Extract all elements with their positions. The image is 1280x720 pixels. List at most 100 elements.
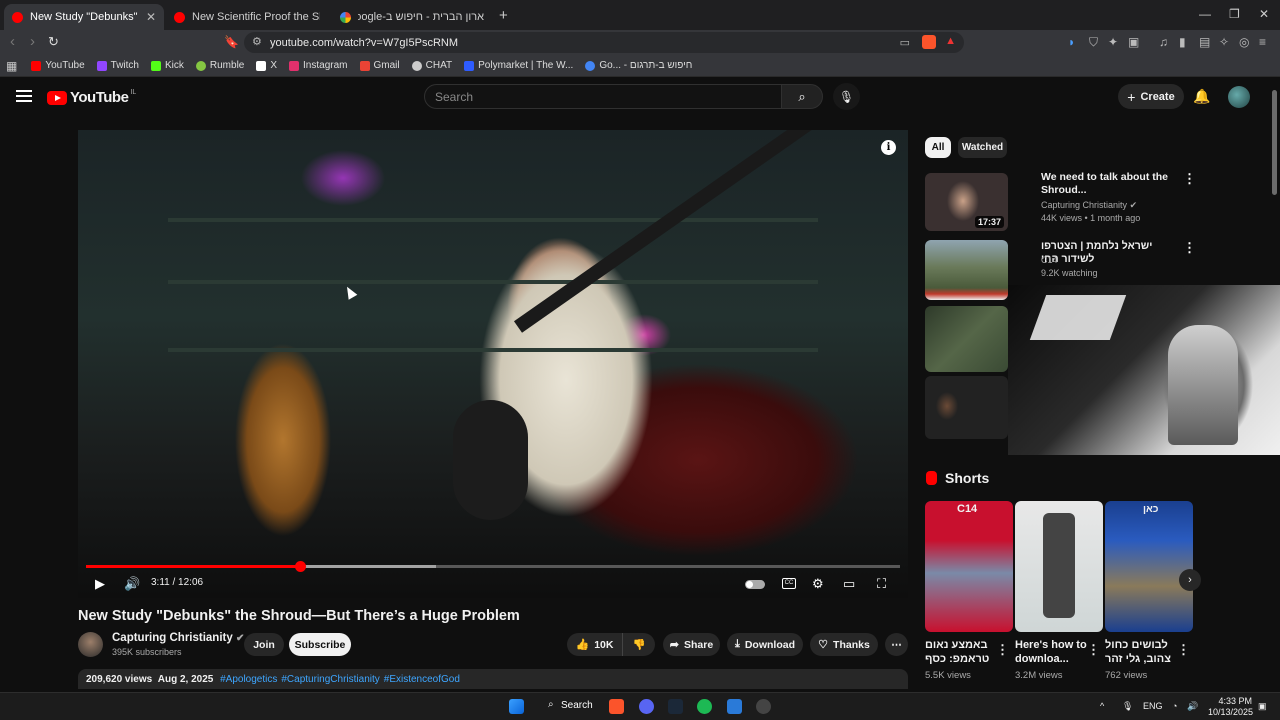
autoplay-toggle[interactable] (745, 580, 765, 589)
minimize-icon[interactable]: — (1199, 7, 1211, 21)
tray-overflow-icon[interactable]: ^ (1100, 701, 1104, 711)
volume-tray-icon[interactable]: 🔊 (1187, 701, 1198, 712)
theater-mode-icon[interactable]: ▭ (843, 576, 855, 592)
bookmark-twitch[interactable]: Twitch (96, 60, 139, 71)
close-tab-icon[interactable]: ✕ (146, 10, 156, 24)
recommendation-thumbnail[interactable] (925, 376, 1008, 439)
hamburger-menu-icon[interactable] (16, 90, 32, 105)
captions-icon[interactable]: CC (782, 578, 796, 589)
short-title[interactable]: לבושים כחול צהוב, גלי זהר (1105, 638, 1177, 666)
chip-all[interactable]: All (925, 137, 951, 158)
thanks-button[interactable]: ♡ Thanks (810, 633, 878, 656)
chip-watched[interactable]: Watched (958, 137, 1007, 158)
chat-app-icon[interactable] (756, 699, 771, 714)
more-vertical-icon[interactable]: ⋮ (1087, 642, 1100, 658)
recommendation-title[interactable]: We need to talk about the Shroud... (1041, 171, 1176, 197)
brave-shields-icon[interactable] (922, 35, 936, 49)
more-vertical-icon[interactable]: ⋮ (996, 642, 1009, 658)
brave-rewards-icon[interactable]: ▲ (945, 35, 956, 47)
new-tab-icon[interactable]: + (499, 7, 508, 24)
video-player[interactable]: i ▶ 🔊 3:11 / 12:06 CC ⚙ ▭ ⛶ (78, 130, 908, 598)
share-button[interactable]: ➦ Share (663, 633, 720, 656)
url-field[interactable]: ⚙ youtube.com/watch?v=W7gI5PscRNM ▭ ▲ (244, 32, 964, 53)
bookmark-icon[interactable]: 🔖 (224, 35, 239, 49)
windows-start-icon[interactable] (509, 699, 524, 714)
fullscreen-icon[interactable]: ⛶ (877, 576, 886, 592)
page-scrollbar[interactable] (1272, 90, 1277, 195)
menu-icon[interactable]: ≡ (1259, 35, 1266, 49)
shorts-next-button[interactable]: › (1179, 569, 1201, 591)
bookmark-instagram[interactable]: Instagram (289, 60, 348, 71)
spotify-icon[interactable] (697, 699, 712, 714)
maximize-icon[interactable]: ❐ (1229, 7, 1240, 21)
hashtag-link[interactable]: #ExistenceofGod (384, 674, 460, 685)
search-input[interactable]: Search (424, 84, 782, 109)
dislike-button[interactable]: 👎 (622, 633, 655, 656)
settings-gear-icon[interactable]: ⚙ (812, 576, 824, 592)
short-title[interactable]: באמצע נאום טראמפ: כסף (925, 638, 997, 666)
audio-extension-icon[interactable]: ◗ (1068, 35, 1075, 49)
description-box[interactable]: 209,620 views Aug 2, 2025 #Apologetics #C… (78, 669, 908, 689)
subscribe-button[interactable]: Subscribe (289, 633, 351, 656)
recommendation-thumbnail[interactable]: 17:37 (925, 173, 1008, 231)
apps-grid-icon[interactable]: ▦ (6, 59, 17, 73)
browser-tab[interactable]: ארון הברית - חיפוש ב-Google (332, 4, 492, 30)
play-icon[interactable]: ▶ (95, 576, 105, 592)
discord-icon[interactable] (639, 699, 654, 714)
bookmark-chat[interactable]: CHAT (411, 60, 452, 71)
back-icon[interactable]: ‹ (10, 33, 15, 50)
forward-icon[interactable]: › (30, 33, 35, 50)
short-thumbnail[interactable] (1015, 501, 1103, 632)
short-title[interactable]: Here's how to downloa... (1015, 638, 1087, 666)
create-button[interactable]: + Create (1118, 84, 1184, 109)
notifications-bell-icon[interactable]: 🔔 (1193, 88, 1210, 105)
volume-icon[interactable]: 🔊 (124, 576, 140, 592)
channel-avatar[interactable] (78, 632, 103, 657)
language-indicator[interactable]: ENG (1143, 701, 1163, 711)
short-thumbnail[interactable]: C14 (925, 501, 1013, 632)
more-vertical-icon[interactable]: ⋮ (1183, 240, 1196, 256)
leo-ai-icon[interactable]: ✧ (1219, 35, 1229, 49)
channel-name[interactable]: Capturing Christianity ✔ (112, 632, 244, 644)
video-progress-bar[interactable] (86, 561, 900, 572)
music-icon[interactable]: ♫ (1159, 35, 1168, 49)
bookmark-gmail[interactable]: Gmail (359, 60, 400, 71)
bookmark-youtube[interactable]: YouTube (31, 60, 85, 71)
recommendation-channel[interactable]: Capturing Christianity ✔ (1041, 200, 1137, 211)
bookmark-x[interactable]: X (256, 60, 277, 71)
brave-browser-icon[interactable] (609, 699, 624, 714)
bookmark-kick[interactable]: Kick (150, 60, 184, 71)
bookmark-rumble[interactable]: Rumble (195, 60, 244, 71)
scrubber-handle[interactable] (295, 561, 307, 572)
puzzle-extensions-icon[interactable]: ✦ (1108, 35, 1118, 49)
account-avatar[interactable] (1228, 86, 1250, 108)
browser-tab[interactable]: New Scientific Proof the Shroud is A (166, 4, 328, 30)
more-vertical-icon[interactable]: ⋮ (1177, 642, 1190, 658)
short-thumbnail[interactable]: כאן (1105, 501, 1193, 632)
sidebar-icon[interactable]: ▮ (1179, 35, 1186, 49)
more-actions-button[interactable]: ⋯ (885, 633, 908, 656)
site-info-icon[interactable]: ⚙ (252, 35, 262, 48)
close-window-icon[interactable]: ✕ (1259, 7, 1269, 21)
recommendation-title[interactable]: ישראל נלחמת | הצטרפו לשידור החי (1041, 240, 1176, 266)
recommendation-channel[interactable]: C14 (1041, 255, 1058, 265)
microphone-tray-icon[interactable]: 🎙 (1122, 701, 1133, 712)
download-button[interactable]: ⤓ Download (727, 633, 803, 656)
screenshot-icon[interactable]: ▣ (1128, 35, 1139, 49)
vpn-icon[interactable]: ◎ (1239, 35, 1249, 49)
hashtag-link[interactable]: #CapturingChristianity (281, 674, 379, 685)
recommendation-thumbnail[interactable] (925, 306, 1008, 372)
wifi-icon[interactable]: ◔ (1172, 701, 1177, 711)
info-icon[interactable]: i (881, 140, 896, 155)
browser-tab-active[interactable]: New Study "Debunks" the Shrou ✕ (4, 4, 164, 30)
youtube-logo[interactable]: YouTube IL (47, 89, 136, 106)
bookmark-google-translate[interactable]: Go... - חיפוש ב-תרגום (585, 60, 692, 71)
system-clock[interactable]: 4:33 PM 10/13/2025 (1208, 696, 1253, 718)
wallet-icon[interactable]: ▤ (1199, 35, 1210, 49)
reload-icon[interactable]: ↻ (48, 34, 59, 50)
recommendation-thumbnail[interactable] (925, 240, 1008, 300)
voice-search-button[interactable]: 🎙 (833, 83, 860, 110)
notification-center-icon[interactable]: ▣ (1258, 701, 1267, 712)
steam-icon[interactable] (668, 699, 683, 714)
like-button[interactable]: 👍 10K (567, 633, 622, 656)
